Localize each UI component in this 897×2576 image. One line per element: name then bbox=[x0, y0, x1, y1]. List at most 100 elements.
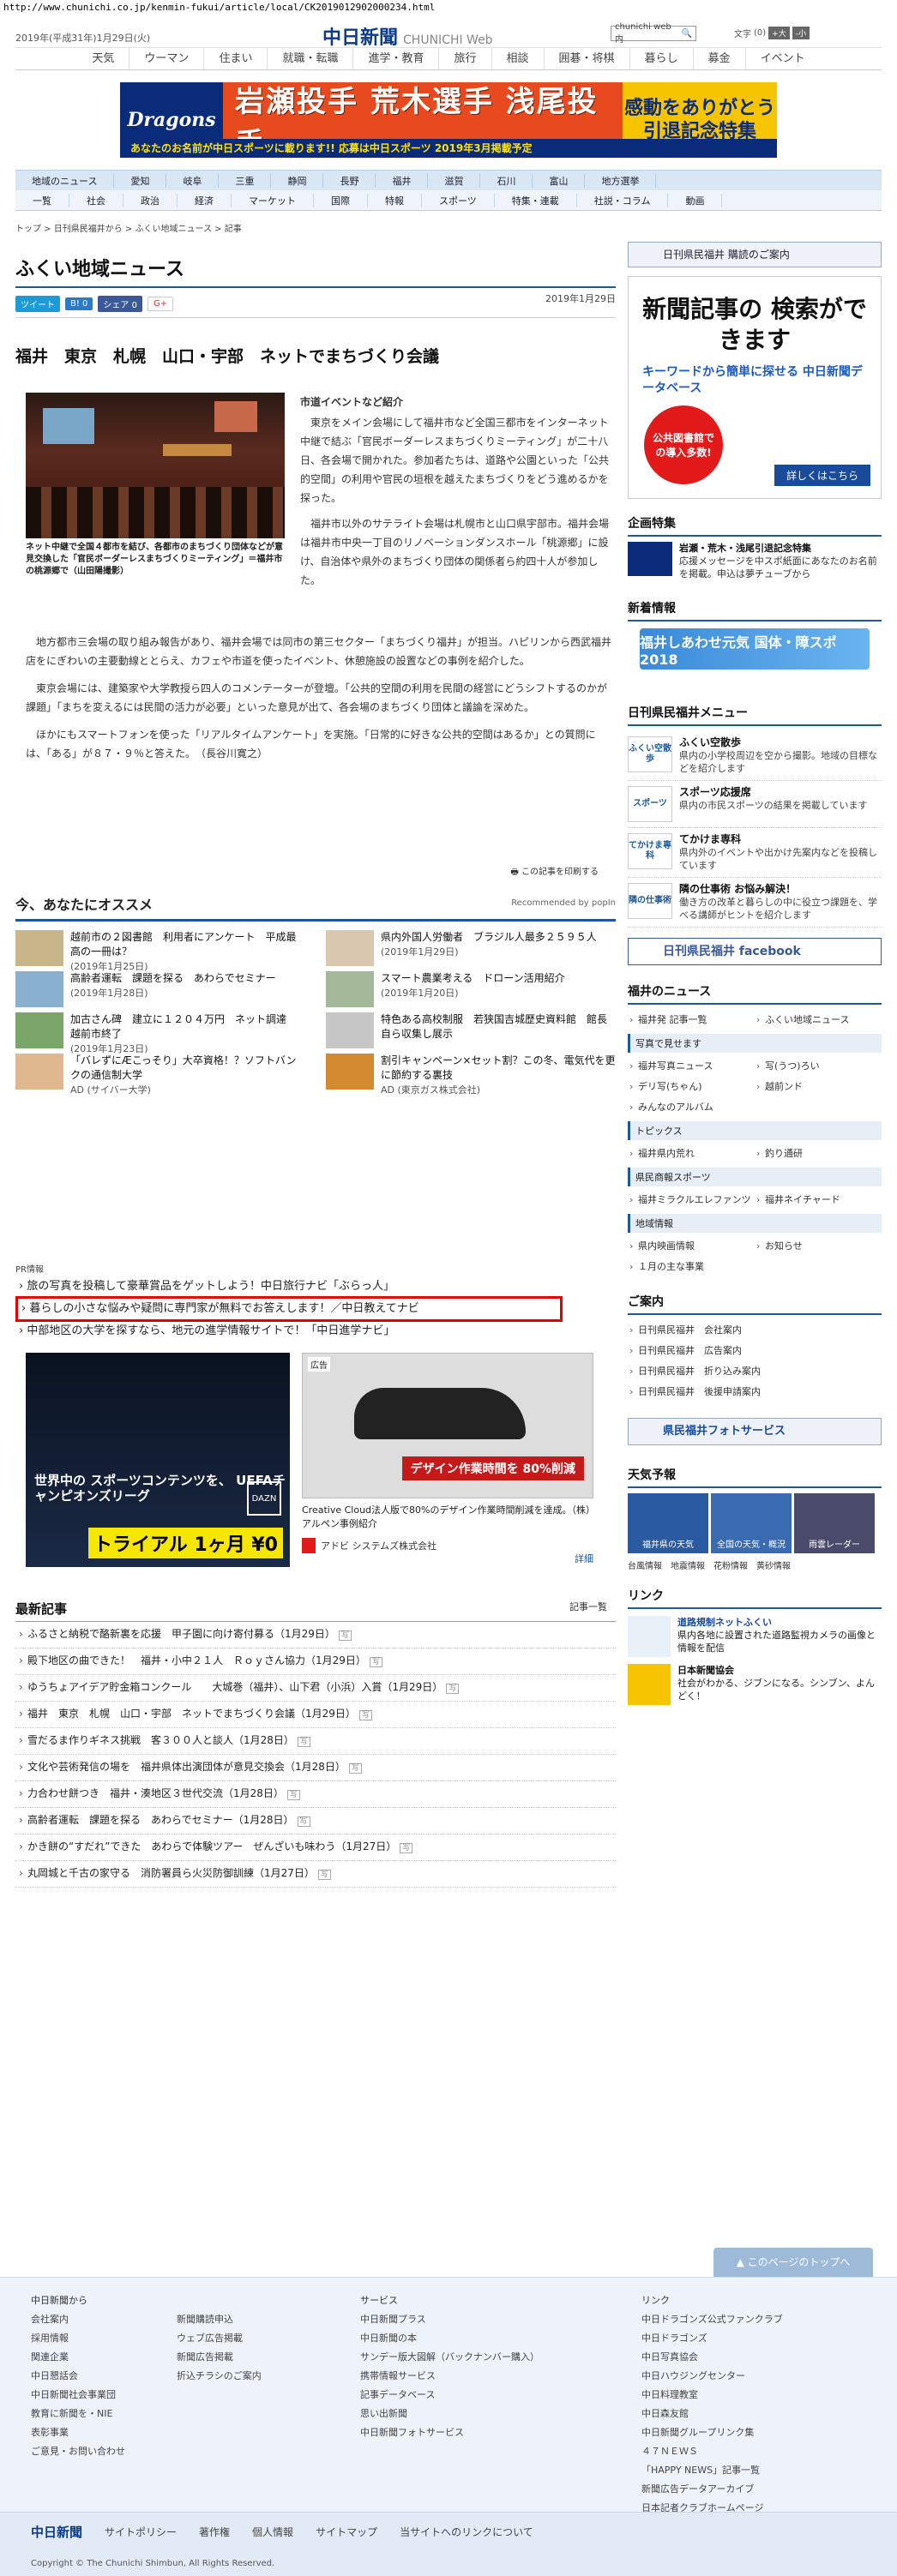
category-nav-item[interactable]: スポーツ bbox=[422, 193, 495, 207]
footer-bottom-link[interactable]: 個人情報 bbox=[252, 2525, 293, 2539]
region-nav-item[interactable]: 地域のニュース bbox=[15, 173, 115, 188]
sidebar-link[interactable]: お知らせ bbox=[755, 1236, 882, 1257]
recommend-item-title[interactable]: スマート農業考える ドローン活用紹介 bbox=[381, 972, 565, 984]
recommend-thumb[interactable] bbox=[326, 930, 374, 966]
gnav-item[interactable]: 天気 bbox=[77, 48, 130, 69]
facebook-banner[interactable]: 日刊県民福井 facebook bbox=[628, 938, 882, 965]
latest-item[interactable]: ふるさと納税で酪新裏を応援 甲子園に向け寄付募る（1月29日）写 bbox=[15, 1622, 616, 1648]
footer-link[interactable]: 中日新聞フォトサービス bbox=[360, 2423, 539, 2442]
gnav-item[interactable]: 進学・教育 bbox=[353, 48, 440, 69]
footer-logo[interactable]: 中日新聞 bbox=[31, 2523, 82, 2541]
gnav-item[interactable]: 就職・転職 bbox=[268, 48, 354, 69]
latest-item-text[interactable]: 丸岡城と千古の家守る 消防署員ら火災防御訓練（1月27日） bbox=[27, 1867, 315, 1879]
gnav-item[interactable]: 囲碁・将棋 bbox=[545, 48, 630, 69]
sidebar-link[interactable]: 日刊県民福井 会社案内 bbox=[628, 1320, 882, 1341]
sidebar-link[interactable]: 越前ンド bbox=[755, 1077, 882, 1097]
weather-panel[interactable]: 雨雲レーダー bbox=[794, 1493, 875, 1553]
recommend-item-title[interactable]: 高齢者運転 課題を探る あわらでセミナー bbox=[70, 972, 276, 984]
footer-link[interactable]: 中日新聞の本 bbox=[360, 2329, 539, 2348]
gnav-item[interactable]: イベント bbox=[746, 48, 820, 69]
dragons-banner-ad[interactable]: Dragons 岩瀬投手 荒木選手 浅尾投手 感動をありがとう 引退記念特集 あ… bbox=[120, 82, 777, 158]
font-plus-button[interactable]: +大 bbox=[768, 27, 790, 39]
footer-link[interactable]: 中日料理教室 bbox=[641, 2386, 783, 2405]
footer-link[interactable]: 中日懇話会 bbox=[31, 2367, 125, 2386]
back-to-top-button[interactable]: ▲ このページのトップへ bbox=[713, 2248, 873, 2277]
region-nav-item[interactable]: 愛知 bbox=[114, 173, 167, 188]
footer-link[interactable]: ご意見・お問い合わせ bbox=[31, 2442, 125, 2461]
adobe-ad[interactable]: 広告 デザイン作業時間を 80%削減 Creative Cloud法人版で80%の… bbox=[302, 1353, 593, 1567]
kikaku-item[interactable]: 岩瀬・荒木・浅尾引退記念特集 応援メッセージを中スポ紙面にあなたのお名前を掲載。申… bbox=[628, 542, 882, 580]
recommend-item-title[interactable]: 県内外国人労働者 ブラジル人最多２５９５人 bbox=[381, 931, 597, 943]
footer-link[interactable]: 採用情報 bbox=[31, 2329, 125, 2348]
latest-item-text[interactable]: かき餅の“すだれ”できた あわらで体験ツアー ぜんざいも味わう（1月27日） bbox=[27, 1840, 396, 1852]
latest-item[interactable]: 殿下地区の曲できた！ 福井・小中２１人 Ｒｏｙさん協力（1月29日）写 bbox=[15, 1648, 616, 1675]
footer-link[interactable]: 関連企業 bbox=[31, 2348, 125, 2367]
recommend-item-title[interactable]: 「バレずにÆこっそり」大卒資格！？ソフトバンクの通信制大学 bbox=[70, 1054, 296, 1081]
sidebar-link[interactable]: 日刊県民福井 後援申請案内 bbox=[628, 1382, 882, 1402]
recommend-item-title[interactable]: 越前市の２図書館 利用者にアンケート 平成最高の一冊は？ bbox=[70, 931, 297, 958]
pr-item[interactable]: › 旅の写真を投稿して豪華賞品をゲットしよう！中日旅行ナビ「ぶらっ人」 bbox=[15, 1278, 616, 1295]
dazn-ad[interactable]: 世界中の スポーツコンテンツを、 UEFAチャンピオンズリーグ DAZN トライ… bbox=[26, 1353, 290, 1567]
ad-detail-link[interactable]: 詳細 bbox=[575, 1552, 593, 1565]
region-nav-item[interactable]: 岐阜 bbox=[166, 173, 220, 188]
article-list-link[interactable]: 記事一覧 bbox=[569, 1600, 607, 1613]
footer-bottom-link[interactable]: 当サイトへのリンクについて bbox=[400, 2525, 533, 2539]
side-menu-item[interactable]: ふくい空散歩 ふくい空散歩 県内の小学校周辺を空から撮影。地域の目標などを紹介します bbox=[628, 731, 882, 781]
latest-item[interactable]: 力合わせ餅つき 福井・湊地区３世代交流（1月28日）写 bbox=[15, 1781, 616, 1808]
category-nav-item[interactable]: 社説・コラム bbox=[577, 193, 669, 207]
footer-bottom-link[interactable]: 著作権 bbox=[199, 2525, 230, 2539]
latest-item-text[interactable]: 殿下地区の曲できた！ 福井・小中２１人 Ｒｏｙさん協力（1月29日） bbox=[27, 1654, 366, 1666]
category-nav-item[interactable]: 経済 bbox=[178, 193, 232, 207]
tweet-button[interactable]: ツイート bbox=[15, 295, 60, 312]
weather-panel[interactable]: 福井県の天気 bbox=[628, 1493, 708, 1553]
gnav-item[interactable]: ウーマン bbox=[129, 48, 205, 69]
region-nav-item[interactable]: 福井 bbox=[376, 173, 429, 188]
latest-item-text[interactable]: 雪だるま作りギネス挑戦 客３００人と談人（1月28日） bbox=[27, 1734, 294, 1746]
recommend-thumb[interactable] bbox=[326, 971, 374, 1007]
latest-item[interactable]: かき餅の“すだれ”できた あわらで体験ツアー ぜんざいも味わう（1月27日） 写 bbox=[15, 1834, 616, 1861]
side-menu-title[interactable]: てかけま専科 bbox=[679, 833, 882, 846]
gnav-item[interactable]: 相談 bbox=[492, 48, 545, 69]
recommend-item[interactable]: スマート農業考える ドローン活用紹介 (2019年1月20日) bbox=[326, 971, 616, 1012]
pr-item[interactable]: › 中部地区の大学を探すなら、地元の進学情報サイトで！「中日進学ナビ」 bbox=[15, 1323, 616, 1340]
region-nav-item[interactable]: 地方選挙 bbox=[585, 173, 657, 188]
footer-link[interactable]: 新聞購読申込 bbox=[177, 2310, 262, 2329]
footer-link[interactable]: 折込チラシのご案内 bbox=[177, 2367, 262, 2386]
latest-item[interactable]: 丸岡城と千古の家守る 消防署員ら火災防御訓練（1月27日）写 bbox=[15, 1861, 616, 1888]
recommend-item[interactable]: 割引キャンペーン×セット割？この冬、電気代を更に節約する裏技 AD (東京ガス株式… bbox=[326, 1054, 616, 1096]
recommend-item[interactable]: 越前市の２図書館 利用者にアンケート 平成最高の一冊は？ (2019年1月25日) bbox=[15, 930, 305, 972]
category-nav-item[interactable]: 一覧 bbox=[15, 193, 69, 207]
footer-bottom-link[interactable]: サイトマップ bbox=[316, 2525, 377, 2539]
latest-item[interactable]: ゆうちょアイデア貯金箱コンクール 大城巻（福井）、山下君（小浜）入賞（1月29日… bbox=[15, 1675, 616, 1702]
category-nav-item[interactable]: 社会 bbox=[69, 193, 123, 207]
gnav-item[interactable]: 旅行 bbox=[439, 48, 492, 69]
link-item[interactable]: 日本新聞協会 社会がわかる、ジブンになる。シンブン、よんどく！ bbox=[628, 1664, 882, 1705]
sidebar-link[interactable]: 福井写真ニュース bbox=[628, 1056, 755, 1077]
side-menu-item[interactable]: スポーツ スポーツ応援席 県内の市民スポーツの結果を掲載しています bbox=[628, 781, 882, 828]
region-nav-item[interactable]: 長野 bbox=[323, 173, 376, 188]
recommend-thumb[interactable] bbox=[326, 1054, 374, 1090]
footer-link[interactable]: 中日森友館 bbox=[641, 2405, 783, 2423]
footer-link[interactable]: 表彰事業 bbox=[31, 2423, 125, 2442]
recommend-item-title[interactable]: 加古さん碑 建立に１２０４万円 ネット調達 越前市終了 bbox=[70, 1013, 297, 1040]
weather-link[interactable]: 台風情報 bbox=[628, 1558, 662, 1571]
region-nav-item[interactable]: 富山 bbox=[533, 173, 586, 188]
footer-link[interactable]: 新聞広告データアーカイブ bbox=[641, 2480, 783, 2499]
footer-link[interactable]: 中日新聞グループリンク集 bbox=[641, 2423, 783, 2442]
gnav-item[interactable]: 募金 bbox=[694, 48, 746, 69]
sidebar-link[interactable]: デリ写(ちゃん) bbox=[628, 1077, 755, 1097]
footer-link[interactable]: 中日写真協会 bbox=[641, 2348, 783, 2367]
site-logo[interactable]: 中日新聞 CHUNICHI Web bbox=[322, 22, 493, 50]
region-nav-item[interactable]: 三重 bbox=[219, 173, 272, 188]
sidebar-link[interactable]: 県内映画情報 bbox=[628, 1236, 755, 1257]
footer-link[interactable]: 新聞広告掲載 bbox=[177, 2348, 262, 2367]
footer-link[interactable]: 「HAPPY NEWS」記事一覧 bbox=[641, 2461, 783, 2480]
latest-item[interactable]: 雪だるま作りギネス挑戦 客３００人と談人（1月28日）写 bbox=[15, 1728, 616, 1755]
font-minus-button[interactable]: -小 bbox=[792, 27, 810, 39]
sidebar-link[interactable]: 日刊県民福井 広告案内 bbox=[628, 1341, 882, 1361]
weather-panel[interactable]: 全国の天気・概況 bbox=[711, 1493, 792, 1553]
pr-item-highlighted[interactable]: › 暮らしの小さな悩みや疑問に専門家が無料でお答えします！／中日教えてナビ bbox=[15, 1296, 563, 1322]
latest-item-text[interactable]: 力合わせ餅つき 福井・湊地区３世代交流（1月28日） bbox=[27, 1787, 284, 1799]
latest-item[interactable]: 福井 東京 札幌 山口・宇部 ネットでまちづくり会議（1月29日）写 bbox=[15, 1702, 616, 1728]
category-nav-item[interactable]: 国際 bbox=[314, 193, 368, 207]
